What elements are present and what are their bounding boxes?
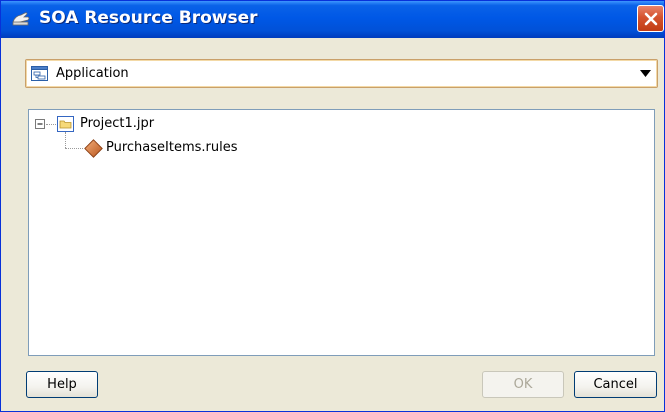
folder-icon: [57, 116, 74, 132]
soa-resource-browser-dialog: SOA Resource Browser Application Project…: [0, 0, 665, 412]
tree-node-project[interactable]: Project1.jpr: [29, 114, 654, 134]
dropdown-arrow-icon[interactable]: [640, 70, 651, 78]
tree-node-label: PurchaseItems.rules: [106, 140, 238, 155]
cancel-button[interactable]: Cancel: [574, 371, 657, 398]
title-bar[interactable]: SOA Resource Browser: [1, 1, 664, 38]
tree-node-rules[interactable]: PurchaseItems.rules: [29, 138, 654, 158]
location-combo-value: Application: [56, 66, 129, 81]
close-button[interactable]: [637, 5, 664, 32]
location-combo[interactable]: Application: [25, 59, 658, 88]
tree-connector: [46, 124, 56, 125]
resource-tree[interactable]: Project1.jpr PurchaseItems.rules: [28, 109, 655, 356]
tree-node-label: Project1.jpr: [80, 116, 155, 131]
application-icon: [31, 66, 48, 81]
ok-button[interactable]: OK: [482, 371, 564, 398]
dialog-title: SOA Resource Browser: [39, 8, 258, 28]
help-button[interactable]: Help: [26, 371, 98, 398]
collapse-minus-icon[interactable]: [35, 119, 45, 129]
soa-hand-icon: [12, 12, 30, 26]
rules-diamond-icon: [84, 139, 103, 158]
tree-connector: [65, 148, 83, 149]
close-icon: [644, 12, 658, 26]
